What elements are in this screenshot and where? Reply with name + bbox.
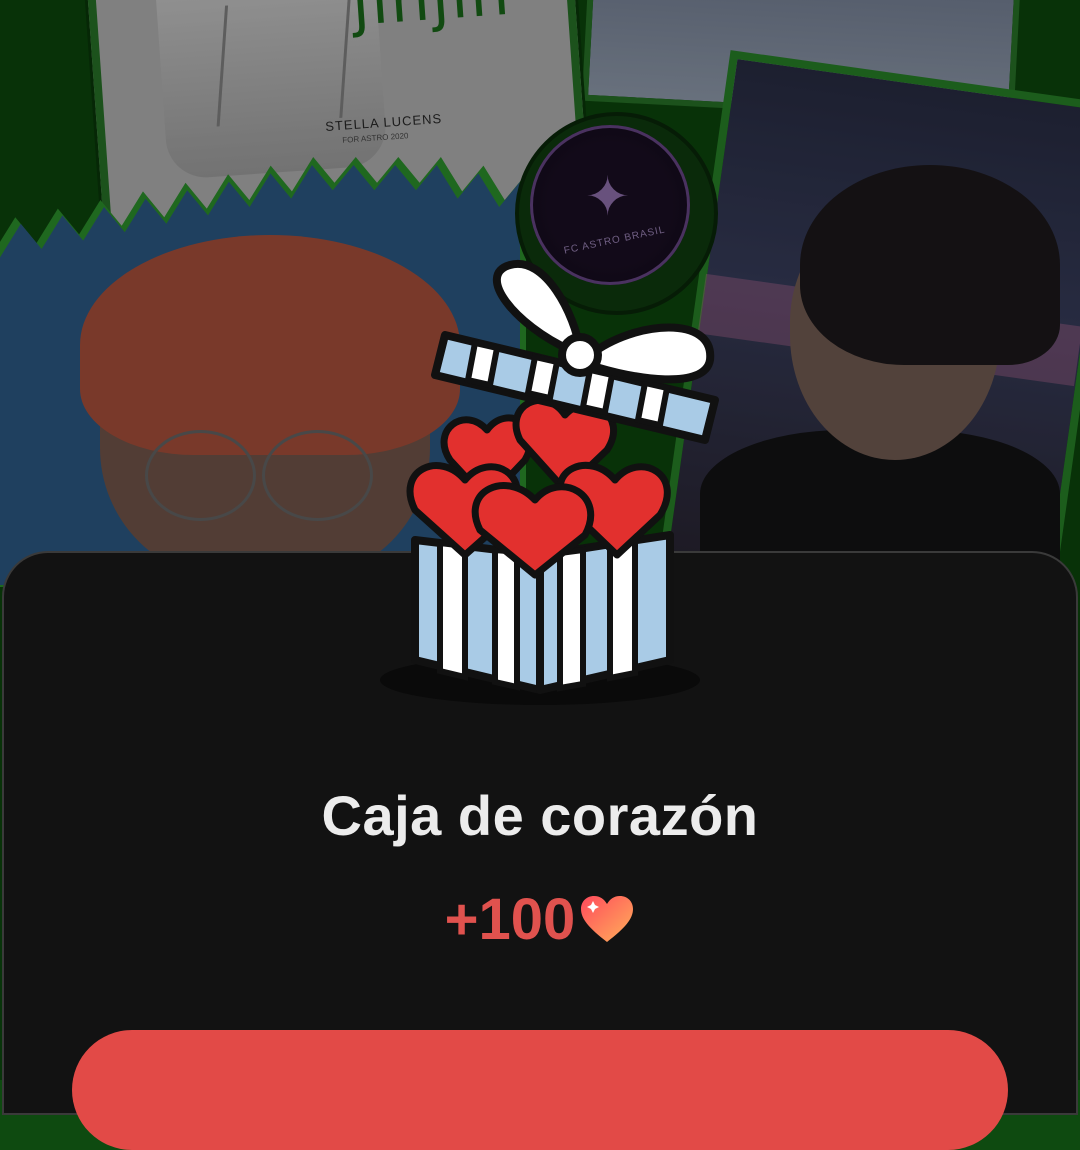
claim-reward-button[interactable] (72, 1030, 1008, 1150)
reward-amount: +100 (444, 887, 576, 952)
heart-gift-box-icon (406, 259, 719, 694)
heart-icon (581, 896, 634, 942)
reward-amount-row: +100 (0, 886, 1080, 953)
reward-title: Caja de corazón (321, 784, 759, 847)
